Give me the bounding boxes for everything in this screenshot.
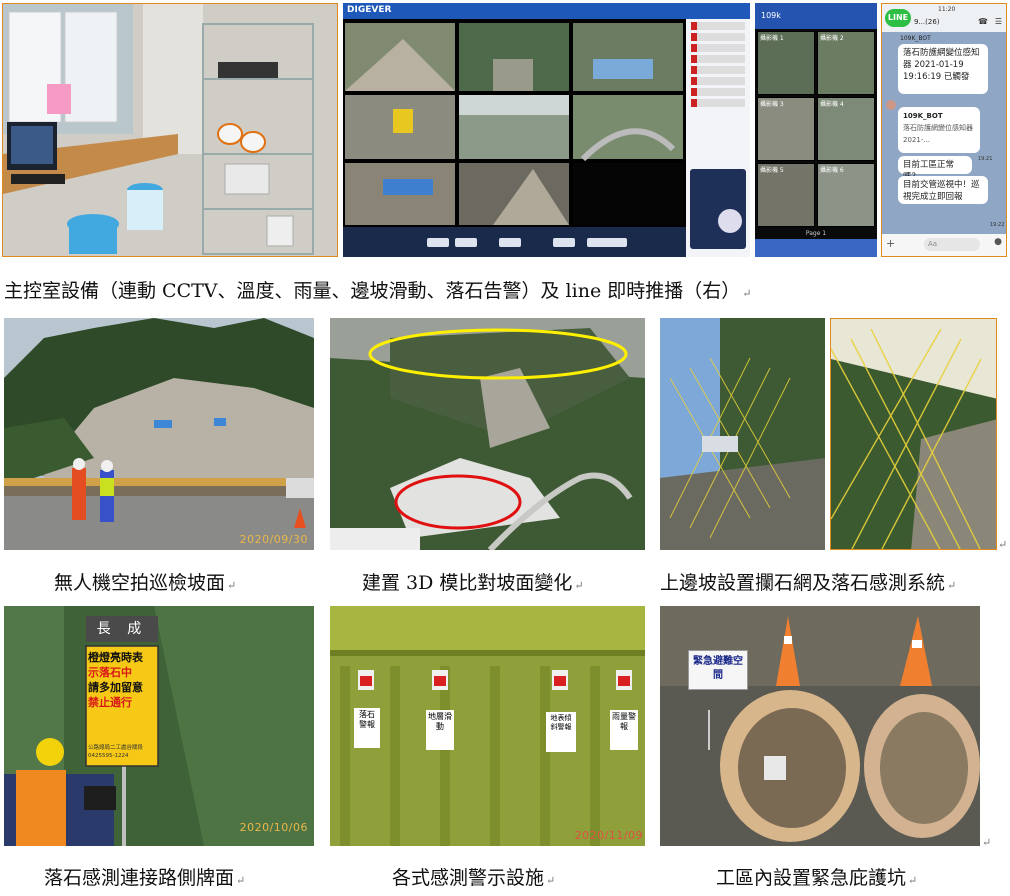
roadside-sign-photo: 長 成 橙燈亮時表 示落石中 請多加留意 禁止通行 公路總局二工處谷關段 042… bbox=[4, 606, 314, 846]
message-input[interactable]: Aa bbox=[924, 238, 980, 251]
line-input-bar: + Aa ● bbox=[882, 234, 1006, 256]
model-3d-illustration bbox=[330, 318, 645, 550]
alarm-label-rain: 雨量警報 bbox=[610, 710, 638, 750]
cctv-desktop-screenshot: DIGEVER bbox=[343, 3, 750, 257]
menu-icon[interactable]: ☰ bbox=[995, 17, 1002, 26]
roadside-sign-illustration bbox=[4, 606, 314, 846]
rockfall-net-photo-left bbox=[660, 318, 825, 550]
model-3d-image bbox=[330, 318, 645, 550]
chat-title: 9...(26) bbox=[914, 18, 940, 26]
bot-name: 109K_BOT bbox=[900, 35, 931, 42]
app-tile-6[interactable]: 攝影機 6 bbox=[817, 163, 875, 227]
caption-drone: 無人機空拍巡檢坡面 ↵ bbox=[54, 572, 237, 594]
app-title: 109k bbox=[761, 11, 781, 20]
sign-org-info: 公路總局二工處谷關段 0425595-1224 bbox=[88, 745, 144, 759]
cctv-device-list bbox=[686, 19, 750, 257]
cctv-play-button[interactable] bbox=[455, 238, 477, 247]
emergency-pit-photo: 緊急避難空間 bbox=[660, 606, 980, 846]
sign-place-name: 長 成 bbox=[96, 621, 148, 637]
cctv-cell-2[interactable] bbox=[459, 23, 569, 91]
cctv-cell-3[interactable] bbox=[573, 23, 683, 91]
caption-model3d: 建置 3D 模比對坡面變化 ↵ bbox=[362, 572, 584, 594]
cctv-cell-8[interactable] bbox=[459, 163, 569, 225]
line-header: LINE 11:20 9...(26) ☎ ☰ bbox=[882, 4, 1006, 32]
drone-date-stamp: 2020/09/30 bbox=[239, 533, 308, 546]
status-time: 11:20 bbox=[938, 6, 956, 13]
cctv-grid bbox=[345, 23, 683, 225]
cctv-prev-button[interactable] bbox=[427, 238, 449, 247]
ptz-joystick[interactable] bbox=[718, 209, 742, 233]
caption-pit: 工區內設置緊急庇護坑 ↵ bbox=[716, 867, 918, 889]
cctv-stop-button[interactable] bbox=[499, 238, 521, 247]
app-tile-5[interactable]: 攝影機 5 bbox=[757, 163, 815, 227]
emergency-pit-illustration bbox=[660, 606, 980, 846]
alarm-devices-photo: 落石警報 地層滑動 地表傾斜警報 雨量警報 2020/11/09 bbox=[330, 606, 645, 846]
alarm-label-tilt: 地表傾斜警報 bbox=[546, 712, 576, 752]
rockfall-net-illustration-left bbox=[660, 318, 825, 550]
msg-time-1: 19:21 bbox=[978, 156, 993, 162]
cctv-control-bar bbox=[343, 227, 686, 257]
cctv-cell-empty bbox=[573, 163, 683, 225]
rockfall-net-photo-right bbox=[830, 318, 997, 550]
cctv-next-button[interactable] bbox=[553, 238, 575, 247]
call-icon[interactable]: ☎ bbox=[978, 17, 988, 26]
emergency-shelter-sign: 緊急避難空間 bbox=[688, 650, 748, 690]
mobile-cctv-app: 109k 攝影機 1 攝影機 2 攝影機 3 攝影機 4 攝影機 5 攝影機 6… bbox=[755, 3, 877, 257]
chat-message-status: 目前交管巡視中！巡視完成立即回報 bbox=[898, 176, 988, 204]
line-chat-screenshot: LINE 11:20 9...(26) ☎ ☰ 109K_BOT 落石防護網變位… bbox=[881, 3, 1007, 257]
caption-sign: 落石感測連接路側牌面 ↵ bbox=[44, 867, 246, 889]
chat-message-alert: 落石防護網變位感知器 2021-01-19 19:16:19 已觸發 bbox=[898, 44, 988, 94]
cctv-cell-4[interactable] bbox=[345, 95, 455, 159]
drone-inspection-illustration bbox=[4, 318, 314, 550]
cctv-ptz-panel bbox=[690, 169, 746, 249]
app-bottom-bar bbox=[755, 239, 877, 257]
app-tile-2[interactable]: 攝影機 2 bbox=[817, 31, 875, 95]
control-room-illustration bbox=[3, 4, 337, 256]
chat-message-reply: 109K_BOT 落石防護網變位感知器 2021-... bbox=[898, 107, 980, 153]
avatar bbox=[886, 100, 896, 110]
cctv-cell-5[interactable] bbox=[459, 95, 569, 159]
cctv-cell-7[interactable] bbox=[345, 163, 455, 225]
cctv-layout-button[interactable] bbox=[587, 238, 627, 247]
app-tile-4[interactable]: 攝影機 4 bbox=[817, 97, 875, 161]
caption-alarms: 各式感測警示設施 ↵ bbox=[392, 867, 556, 889]
cctv-cell-6[interactable] bbox=[573, 95, 683, 162]
app-tile-3[interactable]: 攝影機 3 bbox=[757, 97, 815, 161]
rockfall-net-illustration-right bbox=[831, 319, 996, 549]
caption-net: 上邊坡設置攔石網及落石感測系統 ↵ bbox=[660, 572, 957, 594]
caption-row0: 主控室設備（連動 CCTV、溫度、雨量、邊坡滑動、落石告警）及 line 即時推… bbox=[4, 280, 752, 302]
add-icon[interactable]: + bbox=[886, 237, 895, 250]
sign-date-stamp: 2020/10/06 bbox=[239, 821, 308, 834]
alarm-label-rockfall: 落石警報 bbox=[354, 708, 380, 748]
warning-sign-text: 橙燈亮時表 示落石中 請多加留意 禁止通行 bbox=[88, 651, 143, 709]
alarms-date-stamp: 2020/11/09 bbox=[574, 829, 643, 842]
cctv-title-bar: DIGEVER bbox=[343, 3, 750, 19]
mic-icon[interactable]: ● bbox=[994, 237, 1002, 247]
line-logo: LINE bbox=[885, 9, 911, 27]
chat-message-question: 目前工區正常嗎？ bbox=[898, 156, 972, 182]
drone-photo: 2020/09/30 bbox=[4, 318, 314, 550]
app-tile-1[interactable]: 攝影機 1 bbox=[757, 31, 815, 95]
cctv-brand: DIGEVER bbox=[347, 5, 392, 15]
msg-time-2: 19:22 bbox=[990, 222, 1005, 228]
app-page-indicator: Page 1 bbox=[805, 230, 827, 237]
alarm-label-landslide: 地層滑動 bbox=[426, 710, 454, 750]
control-room-photo bbox=[2, 3, 338, 257]
cctv-cell-1[interactable] bbox=[345, 23, 455, 91]
app-header: 109k bbox=[755, 3, 877, 29]
